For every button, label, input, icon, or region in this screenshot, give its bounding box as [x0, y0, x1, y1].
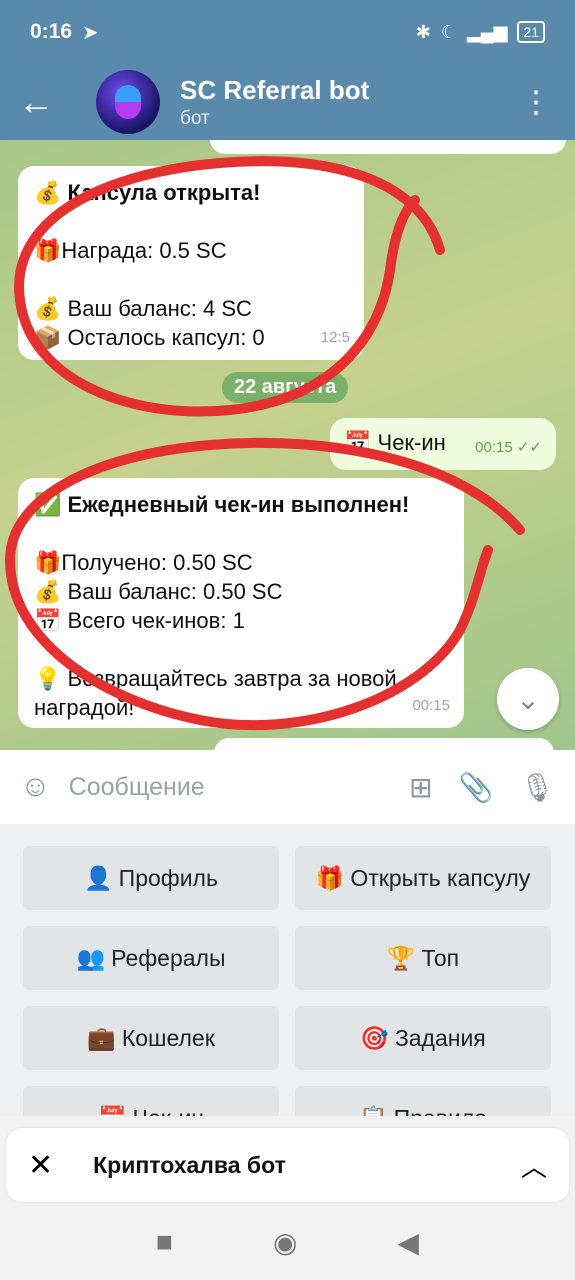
attach-icon[interactable]: 📎 [459, 771, 494, 804]
wallet-button[interactable]: 💼 Кошелек [23, 1006, 279, 1070]
telegram-icon: ➤ [82, 21, 99, 44]
chat-subtitle: бот [180, 107, 210, 129]
message-input[interactable] [68, 772, 329, 802]
top-bar: 0:16 ➤ ✱ ☾ ▂▄▆ 21 ← SC Referral bot бот … [0, 0, 575, 140]
chat-area: 💰 Капсула открыта! 🎁Награда: 0.5 SC 💰 Ва… [0, 140, 575, 750]
light-bulb-icon: 💡 [34, 666, 62, 691]
status-time: 0:16 [30, 20, 73, 43]
checkin-reply-message: ✅ Ежедневный чек-ин выполнен! 🎁Получено:… [18, 478, 464, 728]
clipboard-icon: 📋 [359, 1105, 388, 1117]
checkin-return-line: 💡 Возвращайтесь завтра за новой наградой… [34, 666, 397, 720]
rules-button[interactable]: 📋Правила [295, 1086, 551, 1116]
profile-button[interactable]: 👤 Профиль [23, 846, 279, 910]
back-arrow-icon[interactable]: ← [18, 81, 78, 123]
check-mark-icon: ✅ [34, 492, 62, 517]
users-icon: 👥 [76, 944, 106, 971]
gift-icon: 🎁 [34, 238, 62, 263]
checkin-total-line: 📅 Всего чек-инов: 1 [34, 608, 245, 633]
message-time: 00:15 [412, 697, 450, 714]
briefcase-icon: 💼 [87, 1024, 116, 1051]
composer-icons: ⊞ 📎 🎙 [409, 771, 555, 804]
money-bag-icon: 💰 [34, 579, 62, 604]
capsule-message: 💰 Капсула открыта! 🎁Награда: 0.5 SC 💰 Ва… [18, 166, 364, 360]
emoji-icon[interactable]: ☺ [20, 770, 51, 804]
bot-keyboard-icon[interactable]: ⊞ [409, 771, 432, 804]
trophy-icon: 🏆 [386, 944, 416, 971]
status-bar: 0:16 ➤ ✱ ☾ ▂▄▆ 21 [0, 0, 575, 64]
money-bag-icon: 💰 [34, 180, 62, 205]
target-icon: 🎯 [360, 1024, 389, 1051]
recents-icon[interactable]: ■ [156, 1226, 173, 1258]
capsule-balance-line: 💰 Ваш баланс: 4 SC [34, 296, 252, 321]
message-composer: ☺ ⊞ 📎 🎙 [0, 750, 575, 824]
battery-icon: 21 [517, 21, 545, 43]
chevron-up-icon[interactable]: ︿ [521, 1147, 547, 1184]
calendar-icon: 📅 [98, 1105, 127, 1117]
capsule-left-line: 📦 Осталось капсул: 0 [34, 325, 265, 350]
top-button[interactable]: 🏆 Топ [295, 926, 551, 990]
bot-keyboard: 👤 Профиль 🎁 Открыть капсулу 👥 Рефералы 🏆 Топ… [0, 824, 575, 1116]
moon-icon: ☾ [440, 21, 457, 42]
microphone-icon[interactable]: 🎙 [519, 771, 555, 804]
gift-icon: 🎁 [34, 550, 62, 575]
previous-message-bubble [210, 140, 566, 154]
checkin-title-line: ✅ Ежедневный чек-ин выполнен! [34, 492, 410, 517]
calendar-icon: 📅 [344, 430, 372, 455]
more-menu-icon[interactable]: ⋮ [521, 85, 557, 120]
panel-title: Криптохалва бот [93, 1151, 286, 1178]
checkin-outgoing-message: 📅 Чек-ин 00:15 ✓✓ [330, 418, 556, 470]
calendar-icon: 📅 [34, 608, 62, 633]
referrals-button[interactable]: 👥 Рефералы [23, 926, 279, 990]
checkin-received-line: 🎁Получено: 0.50 SC [34, 550, 253, 575]
user-icon: 👤 [84, 864, 113, 891]
next-message-bubble [214, 738, 554, 750]
capsule-reward-line: 🎁Награда: 0.5 SC [34, 238, 227, 263]
gift-icon: 🎁 [315, 864, 345, 891]
message-time: 12:5 [320, 329, 350, 346]
capsule-icon [115, 85, 141, 119]
tasks-button[interactable]: 🎯 Задания [295, 1006, 551, 1070]
scroll-down-button[interactable]: ⌄ [497, 668, 559, 730]
status-icons: ✱ ☾ ▂▄▆ 21 [416, 21, 545, 43]
system-nav-bar: ■ ◉ ◀ [0, 1204, 575, 1280]
signal-icon: ▂▄▆ [466, 21, 508, 42]
checkin-button[interactable]: 📅Чек-ин [23, 1086, 279, 1116]
open-capsule-button[interactable]: 🎁 Открыть капсулу [295, 846, 551, 910]
home-icon[interactable]: ◉ [273, 1226, 297, 1259]
bot-avatar[interactable] [96, 70, 160, 134]
bluetooth-icon: ✱ [415, 21, 431, 42]
checkin-balance-line: 💰 Ваш баланс: 0.50 SC [34, 579, 283, 604]
chat-titles[interactable]: SC Referral bot бот [180, 75, 369, 130]
chat-title: SC Referral bot [180, 74, 370, 105]
close-icon[interactable]: ✕ [28, 1148, 53, 1183]
package-icon: 📦 [34, 325, 62, 350]
money-bag-icon: 💰 [34, 296, 62, 321]
chat-header: ← SC Referral bot бот ⋮ [0, 64, 575, 140]
date-divider: 22 августа [222, 372, 349, 403]
back-icon[interactable]: ◀ [397, 1226, 419, 1259]
mini-app-panel[interactable]: ✕ Криптохалва бот ︿ [6, 1128, 569, 1202]
capsule-title-line: 💰 Капсула открыта! [34, 180, 261, 205]
read-checkmarks-icon: ✓✓ [516, 439, 542, 456]
message-time: 00:15 ✓✓ [475, 439, 542, 456]
